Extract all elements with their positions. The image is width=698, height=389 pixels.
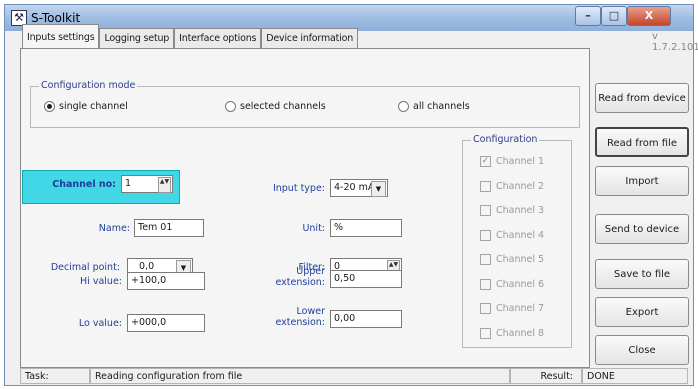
radio-label: single channel (59, 101, 128, 112)
radio-label: all channels (413, 101, 470, 112)
radio-selected-icon (44, 101, 55, 112)
window-title: S-Toolkit (31, 11, 81, 25)
channel-checkbox[interactable]: ✓ Channel 1 (480, 156, 544, 167)
channel-checkbox[interactable]: Channel 7 (480, 303, 544, 314)
channel-checkbox[interactable]: Channel 2 (480, 180, 545, 192)
unit-input[interactable]: % (330, 219, 402, 237)
tab-bar: Inputs settings Logging setup Interface … (22, 24, 359, 49)
hi-value-input[interactable]: +100,0 (127, 272, 205, 290)
name-input[interactable]: Tem 01 (134, 219, 204, 237)
radio-all-channels[interactable]: all channels (398, 101, 470, 112)
checkbox-icon (480, 278, 491, 290)
upper-extension-label-line1: Upper (296, 266, 325, 277)
channel-no-spinner[interactable]: 1 ▲▼ (121, 175, 173, 193)
import-button[interactable]: Import (595, 166, 689, 196)
tab-inputs-settings[interactable]: Inputs settings (22, 24, 100, 49)
decimal-point-value: 0,0 (139, 261, 155, 272)
channel-checkbox-label: Channel 4 (496, 229, 545, 241)
radio-single-channel[interactable]: single channel (44, 101, 128, 112)
version-label: v 1.7.2.101 (652, 31, 698, 53)
checkbox-icon (480, 327, 491, 339)
tab-logging-setup[interactable]: Logging setup (99, 28, 175, 49)
hi-value-label: Hi value: (80, 276, 122, 287)
result-value: DONE (582, 368, 688, 384)
result-label: Result: (510, 368, 582, 384)
chevron-down-icon[interactable]: ▼ (371, 181, 386, 197)
channel-checkbox[interactable]: Channel 6 (480, 278, 545, 290)
channel-checkbox[interactable]: Channel 5 (480, 254, 544, 265)
config-mode-title: Configuration mode (39, 80, 138, 91)
maximize-button[interactable]: □ (601, 6, 627, 26)
status-bar: Task: Reading configuration from file Re… (20, 368, 688, 384)
input-type-label: Input type: (272, 183, 325, 194)
channel-checkbox-label: Channel 5 (496, 254, 545, 265)
lower-extension-label-line2: extension: (275, 317, 325, 328)
checkbox-icon (480, 205, 491, 216)
radio-icon (398, 101, 409, 112)
checkbox-icon (480, 229, 491, 241)
checkbox-icon (480, 254, 491, 265)
save-to-file-button[interactable]: Save to file (595, 259, 689, 289)
channel-checkbox-label: Channel 2 (496, 180, 545, 192)
channel-no-value: 1 (125, 178, 132, 189)
channel-checkbox-label: Channel 8 (496, 327, 545, 339)
unit-label: Unit: (302, 223, 325, 234)
name-label: Name: (98, 223, 130, 234)
channel-checkbox[interactable]: Channel 3 (480, 205, 544, 216)
upper-extension-label: Upper extension: (255, 266, 325, 288)
input-type-select[interactable]: 4-20 mA ▼ (330, 179, 388, 197)
lower-extension-label: Lower extension: (255, 306, 325, 328)
channel-no-label: Channel no: (52, 179, 116, 190)
channel-checkbox-label: Channel 3 (496, 205, 545, 216)
radio-icon (225, 101, 236, 112)
channel-checkbox-label: Channel 6 (496, 278, 545, 290)
radio-selected-channels[interactable]: selected channels (225, 101, 326, 112)
task-value: Reading configuration from file (90, 368, 510, 384)
input-type-value: 4-20 mA (334, 182, 375, 193)
configuration-title: Configuration (471, 134, 540, 145)
checkbox-icon (480, 303, 491, 314)
configuration-group: Configuration (462, 134, 572, 348)
decimal-point-label: Decimal point: (50, 262, 120, 273)
export-button[interactable]: Export (595, 297, 689, 327)
upper-extension-label-line2: extension: (275, 277, 325, 288)
channel-checkbox[interactable]: Channel 4 (480, 229, 545, 241)
checkbox-icon (480, 180, 491, 192)
close-button[interactable]: Close (595, 335, 689, 365)
close-window-button[interactable]: X (627, 6, 671, 26)
read-from-file-button[interactable]: Read from file (595, 127, 689, 157)
channel-checkbox-label: Channel 1 (496, 156, 545, 167)
lo-value-label: Lo value: (78, 318, 122, 329)
upper-extension-input[interactable]: 0,50 (330, 270, 402, 288)
lower-extension-label-line1: Lower (296, 306, 325, 317)
channel-checkbox-label: Channel 7 (496, 303, 545, 314)
radio-label: selected channels (240, 101, 326, 112)
spinner-arrows-icon[interactable]: ▲▼ (158, 177, 171, 193)
tab-interface-options[interactable]: Interface options (174, 28, 262, 49)
channel-checkbox[interactable]: Channel 8 (480, 327, 545, 339)
minimize-button[interactable]: – (575, 6, 601, 26)
tab-device-information[interactable]: Device information (261, 28, 359, 49)
checkbox-checked-icon: ✓ (480, 156, 491, 167)
task-label: Task: (20, 368, 90, 384)
lo-value-input[interactable]: +000,0 (127, 314, 205, 332)
lower-extension-input[interactable]: 0,00 (330, 310, 402, 328)
send-to-device-button[interactable]: Send to device (595, 214, 689, 244)
read-from-device-button[interactable]: Read from device (595, 83, 689, 113)
